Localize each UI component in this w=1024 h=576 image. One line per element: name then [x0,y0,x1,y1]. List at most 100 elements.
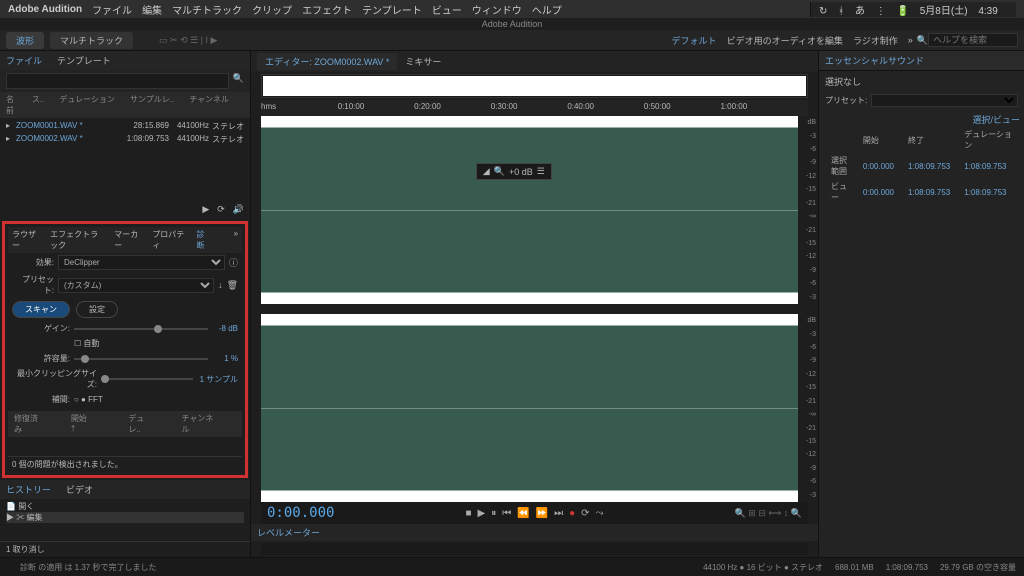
ess-preset-label: プリセット: [825,95,867,106]
input-icon[interactable]: あ [855,6,865,17]
help-search[interactable] [928,33,1018,47]
menu-effect[interactable]: エフェクト [302,2,352,17]
tab-video[interactable]: ビデオ [66,483,93,496]
menu-window[interactable]: ウィンドウ [472,2,522,17]
hud-overlay[interactable]: ◢🔍+0 dB☰ [476,163,552,180]
tab-waveform[interactable]: 波形 [6,32,44,49]
col-ch[interactable]: チャンネル [189,94,229,116]
level-meter-title: レベルメーター [251,524,818,541]
rewind-button[interactable]: ⏮ [502,508,511,519]
workspace-default[interactable]: デフォルト [672,34,717,47]
file-row[interactable]: ▸ ZOOM0001.WAV * 28:15.869 44100Hz ステレオ [0,120,250,133]
status-msg: 診断 の適用 は 1.37 秒で完了しました [20,562,156,573]
mixer-tab[interactable]: ミキサー [397,53,449,70]
minclip-label: 最小クリッピングサイズ: [12,368,97,390]
editor-tab[interactable]: エディター: ZOOM0002.WAV * [257,53,397,70]
col-status[interactable]: ス.. [32,94,44,116]
status-size: 688.01 MB [835,563,874,572]
mac-menubar: Adobe Audition ファイル 編集 マルチトラック クリップ エフェク… [0,0,1024,18]
level-meter [261,543,808,555]
tol-slider[interactable] [74,358,208,360]
tab-browser[interactable]: ラウザー [12,229,38,251]
delete-preset-icon[interactable]: 🗑 [227,280,238,291]
stop-button[interactable]: ■ [465,508,471,519]
ff-button[interactable]: ⏩ [536,508,548,519]
menu-clip[interactable]: クリップ [252,2,292,17]
info-icon[interactable]: ⓘ [229,256,238,269]
record-button[interactable]: ● [569,508,575,519]
col-name[interactable]: 名前 [6,94,17,116]
date[interactable]: 5月8日(土) [920,6,968,17]
tab-history[interactable]: ヒストリー [6,483,51,496]
loop-icon[interactable]: ⟳ [217,204,225,215]
wifi-icon[interactable]: ⋮ [876,6,886,17]
preset-label: プリセット: [12,274,54,296]
skip-button[interactable]: ⤳ [596,508,604,519]
status-bar: 診断 の適用 は 1.37 秒で完了しました 44100 Hz ● 16 ビット… [0,557,1024,576]
interp-label: 補間: [12,394,70,405]
bluetooth-icon[interactable]: ᚼ [838,6,844,17]
tab-diagnostics[interactable]: 診断 [197,229,210,251]
menu-file[interactable]: ファイル [92,2,132,17]
tab-files[interactable]: ファイル [6,54,42,67]
time[interactable]: 4:39 [978,6,997,17]
settings-button[interactable]: 設定 [76,301,118,318]
rw-button[interactable]: ⏪ [517,508,529,519]
workspace-video[interactable]: ビデオ用のオーディオを編集 [727,34,843,47]
app-name[interactable]: Adobe Audition [8,4,82,15]
file-row[interactable]: ▸ ZOOM0002.WAV * 1:08:09.753 44100Hz ステレ… [0,133,250,146]
sync-icon[interactable]: ↻ [819,6,827,17]
search-icon[interactable]: 🔍 [233,73,244,89]
diagnostics-panel: ラウザー エフェクトラック マーカー プロパティ 診断 » 効果:DeClipp… [2,221,248,478]
menu-edit[interactable]: 編集 [142,2,162,17]
col-sr[interactable]: サンプルレ.. [130,94,174,116]
scan-button[interactable]: スキャン [12,301,70,318]
transport-controls: ■ ▶ ⏸ ⏮ ⏪ ⏩ ⏭ ● ⟳ ⤳ [334,508,734,519]
loop-button[interactable]: ⟳ [581,508,589,519]
menu-multitrack[interactable]: マルチトラック [172,2,242,17]
menu-view[interactable]: ビュー [432,2,462,17]
timeline-ruler[interactable]: hms 0:10:00 0:20:00 0:30:00 0:40:00 0:50… [261,100,808,116]
end-button[interactable]: ⏭ [554,508,563,519]
col-dur[interactable]: デュレーション [59,94,115,116]
window-title: Adobe Audition [0,18,1024,30]
status-sr: 44100 Hz ● 16 ビット ● ステレオ [703,562,823,573]
sel-title: 選択/ビュー [823,113,1020,126]
tab-multitrack[interactable]: マルチトラック [50,32,133,49]
overview[interactable] [261,74,808,98]
history-edit[interactable]: ▶ ✂ 編集 [6,512,244,523]
file-search[interactable] [6,73,229,89]
battery-icon[interactable]: 🔋 [897,6,909,17]
ess-preset-select[interactable] [871,94,1018,107]
menu-help[interactable]: ヘルプ [532,2,562,17]
toolbar-icons[interactable]: ▭ ✂ ⟲ ☰ | I ▶ [159,35,217,46]
workspace-radio[interactable]: ラジオ制作 [853,34,898,47]
time-display: 0:00.000 [267,505,334,521]
menu-template[interactable]: テンプレート [362,2,422,17]
minclip-slider[interactable] [101,378,193,380]
tab-fxrack[interactable]: エフェクトラック [50,229,102,251]
waveform-ch2[interactable]: dB-3-6-9-12-15-21-∞-21-15-12-9-6-3 [261,314,798,502]
pause-button[interactable]: ⏸ [491,508,496,519]
preset-select[interactable]: (カスタム) [58,278,214,293]
gain-label: ゲイン: [12,323,70,334]
speaker-icon[interactable]: 🔊 [233,204,244,215]
ess-title: エッセンシャルサウンド [825,54,924,67]
gain-slider[interactable] [74,328,208,330]
col-repaired: 修復済み [14,413,46,435]
waveform-ch1[interactable]: ◢🔍+0 dB☰ dB-3-6-9-12-15-21-∞-21-15-12-9-… [261,116,798,304]
tab-properties[interactable]: プロパティ [152,229,184,251]
tab-templates[interactable]: テンプレート [57,54,111,67]
history-open[interactable]: 📄 開く [6,501,244,512]
status-dur: 1:08:09.753 [886,563,928,572]
diag-status: 0 個の問題が検出されました。 [8,456,242,472]
status-disk: 29.79 GB の空き容量 [940,562,1016,573]
ess-nosel: 選択なし [819,71,1024,92]
play-icon[interactable]: ▶ [202,204,209,215]
tol-label: 許容量: [12,353,70,364]
play-button[interactable]: ▶ [478,508,486,519]
effect-label: 効果: [12,257,54,268]
tab-markers[interactable]: マーカー [114,229,140,251]
save-preset-icon[interactable]: ↓ [218,280,223,290]
effect-select[interactable]: DeClipper [58,255,225,270]
